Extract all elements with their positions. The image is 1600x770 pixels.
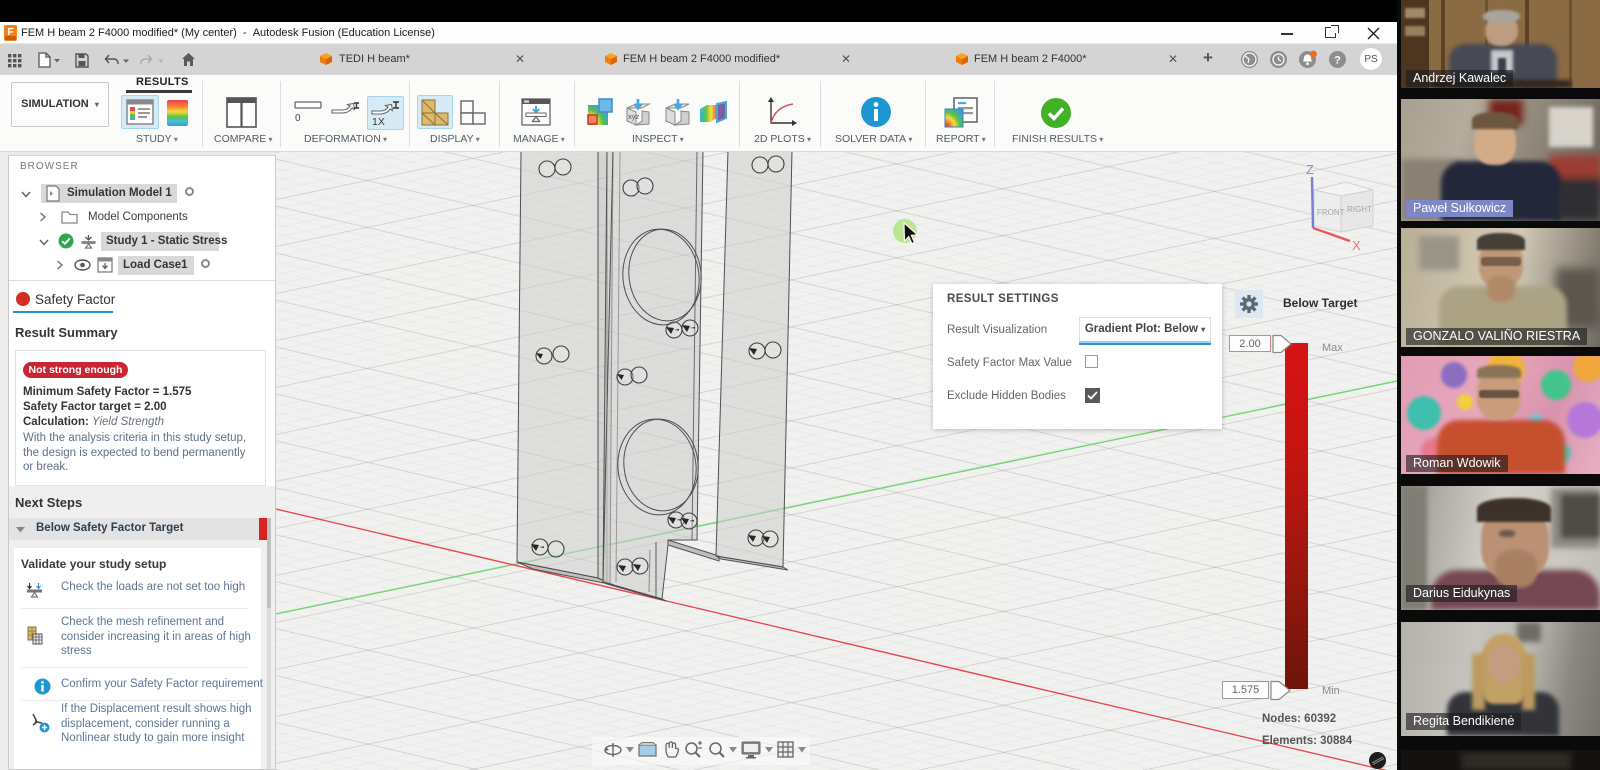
svg-text:FRONT: FRONT <box>1317 208 1345 217</box>
svg-text:RIGHT: RIGHT <box>1347 205 1372 214</box>
svg-text:xyz: xyz <box>628 112 640 121</box>
svg-text:?: ? <box>1334 55 1341 67</box>
svg-text:X: X <box>1352 238 1361 253</box>
svg-text:1X: 1X <box>372 116 385 127</box>
svg-text:Z: Z <box>1306 162 1314 177</box>
svg-text:0: 0 <box>295 113 301 124</box>
